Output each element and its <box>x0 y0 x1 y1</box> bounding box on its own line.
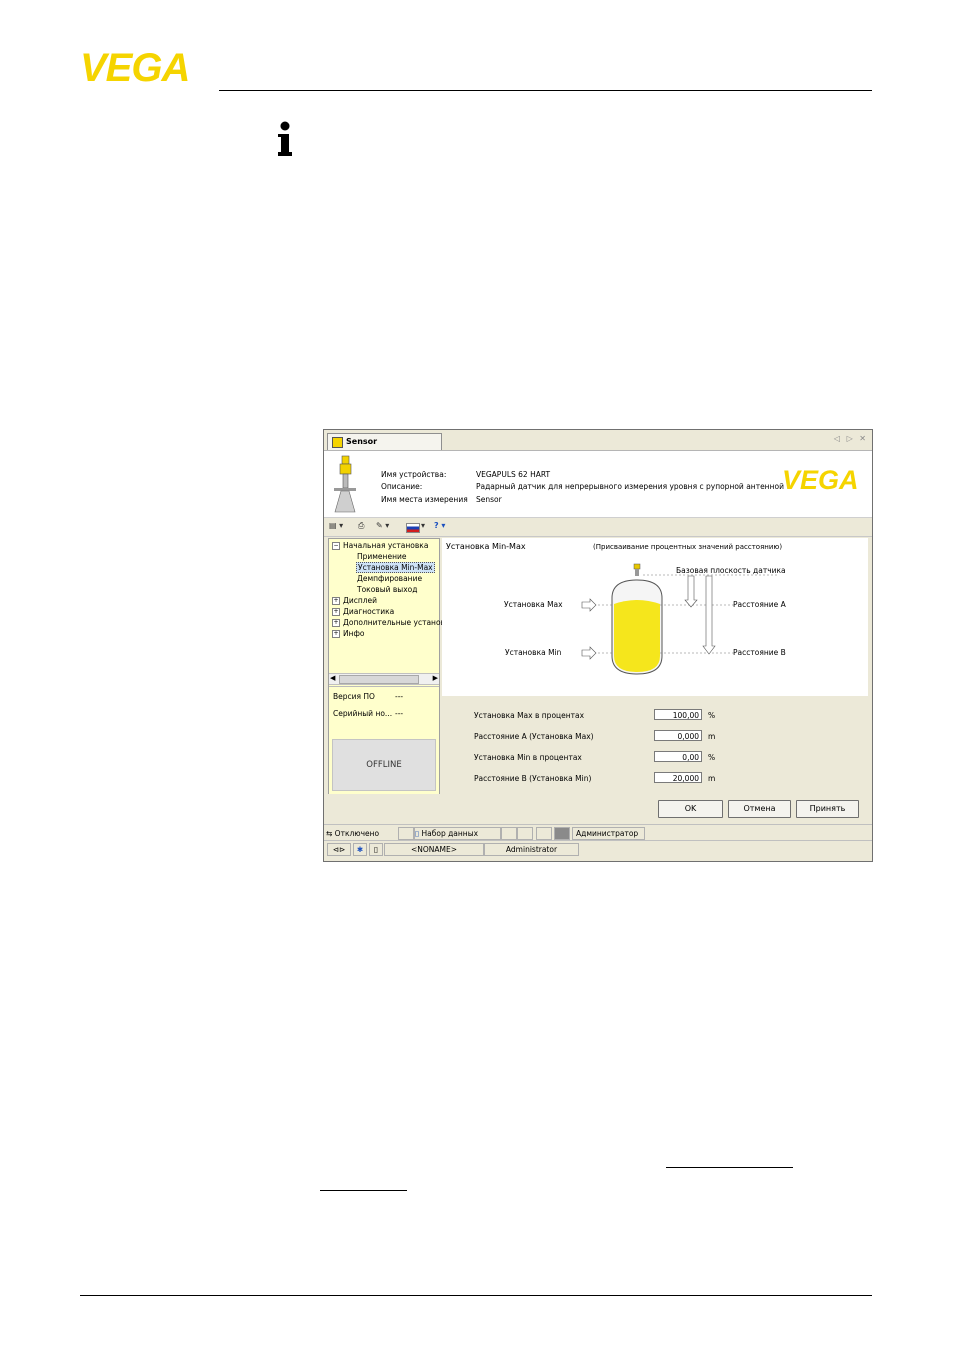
tools-icon[interactable]: ✎ ▾ <box>376 521 389 530</box>
serial-number-label: Серийный но... <box>333 709 393 718</box>
tab-controls[interactable]: ◁ ▷ ✕ <box>834 434 868 443</box>
distance-b-label: Расстояние B <box>733 648 786 657</box>
expand-icon[interactable]: + <box>332 619 340 627</box>
description-label: Описание: <box>381 482 423 491</box>
min-percent-unit: % <box>708 753 716 762</box>
tree-item-initial-setup[interactable]: − Начальная установка <box>332 541 428 550</box>
description-value: Радарный датчик для непрерывного измерен… <box>476 482 784 491</box>
scroll-right-icon[interactable]: ▶ <box>433 674 438 682</box>
device-info-panel: Версия ПО --- Серийный но... --- OFFLINE <box>329 686 439 794</box>
user-role-status: Администратор <box>572 827 645 840</box>
star-icon[interactable]: ✱ <box>353 843 367 856</box>
tank-diagram <box>581 563 779 675</box>
ok-button[interactable]: OK <box>658 800 723 818</box>
help-icon[interactable]: ? ▾ <box>434 521 445 530</box>
distance-a-input[interactable]: 0,000 <box>654 730 702 741</box>
tree-item-diagnostics[interactable]: + Диагностика <box>332 607 394 616</box>
adjustment-fields: Установка Max в процентах 100,00 % Расст… <box>442 696 868 794</box>
vega-header-logo-text: VEGA <box>782 467 859 493</box>
tree-item-display[interactable]: + Дисплей <box>332 596 377 605</box>
tree-item-damping[interactable]: Демпфирование <box>357 574 422 583</box>
status-bar: ⇆ Отключено ▯ Набор данных Администратор <box>324 824 872 840</box>
radar-sensor-icon <box>334 455 356 513</box>
software-version-label: Версия ПО <box>333 692 375 701</box>
tree-horizontal-scrollbar[interactable]: ◀ ▶ <box>329 673 439 685</box>
header-rule <box>219 90 872 91</box>
distance-a-unit: m <box>708 732 716 741</box>
distance-a-label: Расстояние A <box>733 600 786 609</box>
sensor-parametrierung-window: Sensor Parametrierung ◁ ▷ ✕ Имя устройст… <box>323 429 873 862</box>
expand-icon[interactable]: + <box>332 630 340 638</box>
serial-number-value: --- <box>395 709 404 718</box>
min-adjustment-label: Установка Min <box>505 648 562 657</box>
offline-indicator: OFFLINE <box>332 739 436 791</box>
print-icon[interactable]: ⎙ <box>358 521 364 531</box>
distance-a-field-label: Расстояние A (Установка Max) <box>474 732 594 741</box>
sensor-reference-plane-label: Базовая плоскость датчика <box>676 566 786 575</box>
distance-b-field-label: Расстояние B (Установка Min) <box>474 774 592 783</box>
tab-sensor-parametrierung[interactable]: Sensor Parametrierung <box>327 433 442 462</box>
max-percent-unit: % <box>708 711 716 720</box>
language-dropdown-icon[interactable]: ▾ <box>421 521 425 530</box>
min-percent-label: Установка Min в процентах <box>474 753 582 762</box>
measurement-tag-value: Sensor <box>476 495 502 504</box>
collapse-icon[interactable]: − <box>332 542 340 550</box>
max-adjustment-label: Установка Max <box>504 600 563 609</box>
link-underline[interactable] <box>666 1167 793 1168</box>
min-percent-input[interactable]: 0,00 <box>654 751 702 762</box>
max-percent-label: Установка Max в процентах <box>474 711 585 720</box>
status-cell-empty-4 <box>536 827 552 840</box>
device-header: Имя устройства: VEGAPULS 62 HART Описани… <box>324 451 872 518</box>
vega-logo: VEGA <box>80 46 212 90</box>
vega-header-logo: VEGA <box>782 467 859 493</box>
disconnected-icon: ⇆ <box>326 829 335 838</box>
dataset-status: ▯ Набор данных <box>414 827 501 840</box>
view-icon[interactable]: ▤ ▾ <box>329 521 343 530</box>
device-name-label: Имя устройства: <box>381 470 447 479</box>
connect-icon[interactable]: ⊲⊳ <box>327 843 351 856</box>
navigation-tree: − Начальная установка Применение Установк… <box>328 538 445 794</box>
apply-button[interactable]: Принять <box>796 800 859 818</box>
link-underline-2[interactable] <box>320 1190 407 1191</box>
min-max-panel: Установка Min-Max (Присваивание процентн… <box>442 538 868 696</box>
tree-item-min-max[interactable]: Установка Min-Max <box>356 562 435 573</box>
expand-icon[interactable]: + <box>332 597 340 605</box>
info-icon <box>276 121 294 165</box>
footer-rule <box>80 1295 872 1296</box>
tree-item-info[interactable]: + Инфо <box>332 629 365 638</box>
language-flag-icon[interactable] <box>406 523 420 533</box>
status-cell-empty <box>398 827 414 840</box>
distance-b-input[interactable]: 20,000 <box>654 772 702 783</box>
max-percent-input[interactable]: 100,00 <box>654 709 702 720</box>
vega-logo-text: VEGA <box>80 50 189 84</box>
distance-b-unit: m <box>708 774 716 783</box>
user-icon <box>554 827 570 840</box>
lock-icon[interactable]: ▯ <box>369 843 383 856</box>
software-version-value: --- <box>395 692 404 701</box>
scroll-left-icon[interactable]: ◀ <box>330 674 335 682</box>
tree-item-current-output[interactable]: Токовый выход <box>357 585 417 594</box>
sensor-icon <box>332 437 343 448</box>
connection-status: ⇆ Отключено <box>326 829 380 838</box>
project-name: <NONAME> <box>384 843 484 856</box>
scroll-thumb[interactable] <box>339 675 419 684</box>
measurement-tag-label: Имя места измерения <box>381 495 468 504</box>
tree-item-application[interactable]: Применение <box>357 552 406 561</box>
cancel-button[interactable]: Отмена <box>728 800 791 818</box>
toolbar: ▤ ▾ ⎙ ✎ ▾ ▾ ? ▾ <box>324 518 872 537</box>
tab-bar: Sensor Parametrierung ◁ ▷ ✕ <box>324 430 872 462</box>
tree-item-additional[interactable]: + Дополнительные установ <box>332 618 445 627</box>
bottom-bar: ⊲⊳ ✱ ▯ <NONAME> Administrator <box>324 840 872 857</box>
expand-icon[interactable]: + <box>332 608 340 616</box>
status-cell-empty-2 <box>501 827 517 840</box>
user-name: Administrator <box>484 843 579 856</box>
device-name-value: VEGAPULS 62 HART <box>476 470 551 479</box>
status-cell-empty-3 <box>517 827 533 840</box>
